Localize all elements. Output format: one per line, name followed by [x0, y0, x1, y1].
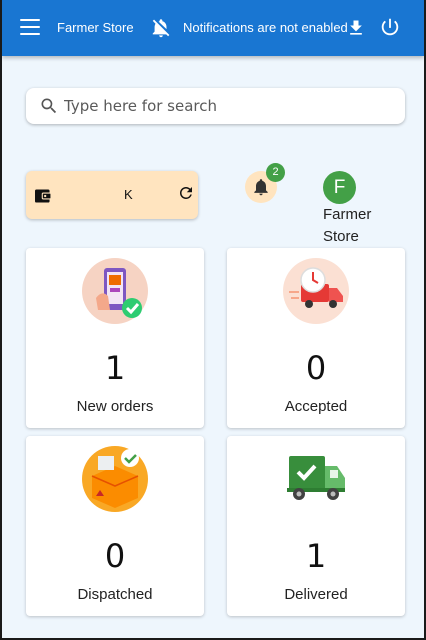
wallet-value: K	[124, 187, 133, 202]
wallet-icon	[35, 189, 52, 203]
notifications-off-icon	[152, 19, 170, 38]
app-frame: Farmer Store Notifications are not enabl…	[0, 0, 426, 640]
stat-label: New orders	[76, 398, 154, 415]
download-icon[interactable]	[346, 17, 366, 39]
delivery-truck-clock-icon	[283, 258, 349, 324]
stat-value: 1	[104, 349, 126, 387]
stat-value: 0	[305, 349, 327, 387]
avatar[interactable]: F	[323, 171, 356, 204]
stat-card-new-orders[interactable]: 1 New orders	[26, 248, 204, 428]
search-input[interactable]	[64, 94, 394, 118]
package-box-icon	[82, 446, 148, 512]
stat-value: 0	[104, 537, 126, 575]
menu-icon[interactable]	[20, 19, 40, 37]
search-bar	[26, 88, 405, 124]
stat-label: Accepted	[284, 398, 348, 415]
stat-label: Delivered	[284, 586, 348, 603]
app-title: Farmer Store	[57, 20, 134, 35]
refresh-icon[interactable]	[177, 184, 195, 202]
search-icon	[41, 98, 57, 114]
app-bar: Farmer Store Notifications are not enabl…	[2, 0, 424, 56]
notification-count-badge: 2	[266, 163, 285, 182]
stat-card-accepted[interactable]: 0 Accepted	[227, 248, 405, 428]
phone-checkout-icon	[82, 258, 148, 324]
wallet-card[interactable]: K	[26, 171, 198, 219]
power-icon[interactable]	[379, 16, 401, 38]
notification-status: Notifications are not enabled	[183, 20, 348, 35]
stat-card-dispatched[interactable]: 0 Dispatched	[26, 436, 204, 616]
stat-value: 1	[305, 537, 327, 575]
stat-label: Dispatched	[77, 586, 153, 603]
stat-card-delivered[interactable]: 1 Delivered	[227, 436, 405, 616]
store-name: Farmer Store	[323, 206, 372, 245]
truck-check-icon	[287, 456, 345, 500]
